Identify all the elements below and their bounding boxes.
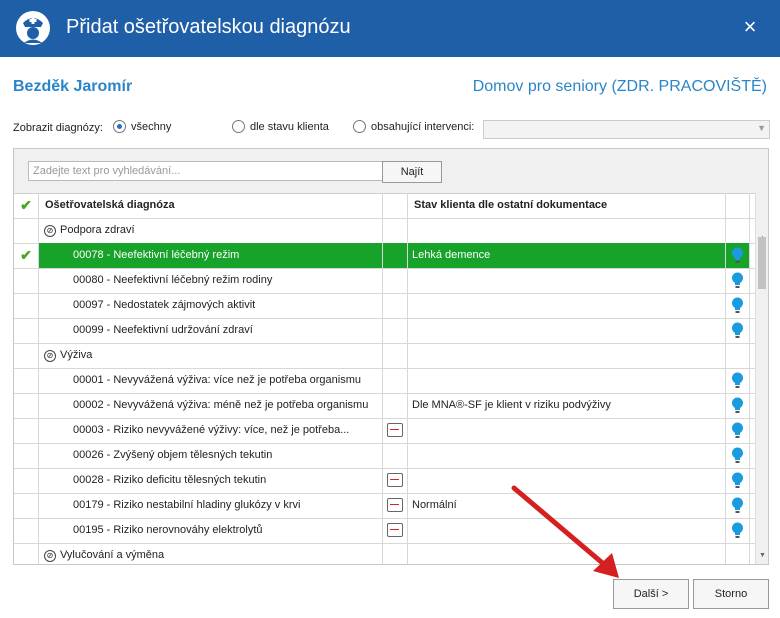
annotation-arrow-line <box>511 485 609 569</box>
annotation-arrow <box>511 485 619 578</box>
